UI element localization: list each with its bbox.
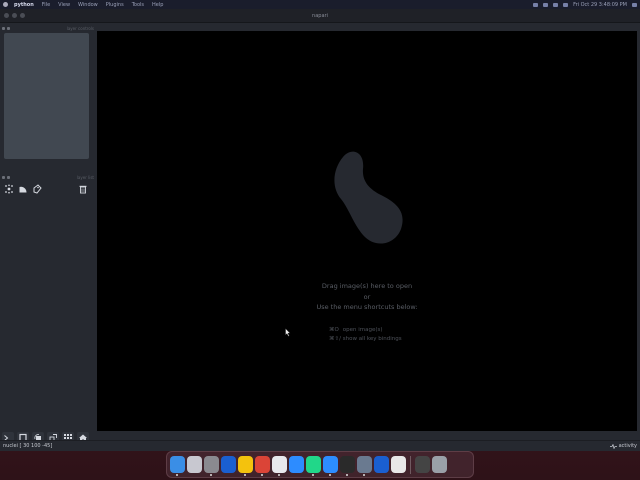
dock-google-drive-icon[interactable]	[238, 456, 253, 476]
welcome-line-1: Drag image(s) here to open	[321, 282, 413, 290]
menu-file[interactable]: File	[42, 2, 50, 8]
dock-slack-icon[interactable]	[272, 456, 287, 476]
apple-icon[interactable]	[3, 2, 8, 7]
dock-close-icon[interactable]	[2, 26, 5, 30]
menu-tools[interactable]: Tools	[132, 2, 144, 8]
shortcut-keybindings: ⌘⇧/ show all key bindings	[329, 336, 402, 342]
battery-icon[interactable]	[553, 2, 559, 7]
layer-list-header: layer list	[2, 174, 94, 180]
menu-window[interactable]: Window	[78, 2, 98, 8]
dock-launchpad-icon[interactable]	[187, 456, 202, 473]
dock-preview-icon[interactable]	[357, 456, 372, 476]
wifi-icon[interactable]	[543, 2, 549, 7]
running-indicator	[312, 474, 314, 476]
new-shapes-icon	[19, 186, 27, 193]
status-message: nuclei [ 30 100 -45]	[3, 443, 53, 449]
dock-float-icon[interactable]	[7, 175, 10, 179]
activity-button[interactable]: activity	[609, 443, 637, 449]
layer-controls-area	[4, 33, 89, 159]
running-indicator	[261, 474, 263, 476]
dock-1password-2-icon[interactable]	[374, 456, 389, 473]
layer-buttons	[3, 183, 95, 195]
dock-pycharm-icon[interactable]	[306, 456, 321, 476]
search-icon[interactable]	[563, 2, 569, 7]
dock-trash-icon[interactable]	[432, 456, 447, 473]
new-labels-button[interactable]	[31, 183, 43, 195]
dock-finder-icon[interactable]	[170, 456, 185, 476]
menu-extras: Fri Oct 29 3:48:09 PM	[533, 2, 637, 8]
delete-icon	[79, 185, 87, 194]
running-indicator	[210, 474, 212, 476]
close-window-button[interactable]	[4, 13, 9, 18]
running-indicator	[278, 474, 280, 476]
shortcut-open-keys: ⌘O	[329, 327, 339, 333]
dock-screenshot-icon[interactable]	[415, 456, 430, 473]
layer-controls-header: layer controls	[2, 25, 94, 31]
running-indicator	[176, 474, 178, 476]
running-indicator	[346, 474, 348, 476]
delete-layer-button[interactable]	[77, 183, 89, 195]
running-indicator	[244, 474, 246, 476]
mouse-cursor-icon	[285, 328, 291, 337]
shortcut-keybindings-keys: ⌘⇧/	[329, 336, 341, 342]
viewer-canvas[interactable]: Drag image(s) here to open or Use the me…	[97, 31, 637, 431]
status-bar: nuclei [ 30 100 -45] activity	[0, 440, 640, 451]
new-shapes-button[interactable]	[17, 183, 29, 195]
dock-system-preferences-icon[interactable]	[204, 456, 219, 476]
welcome-line-2: or	[363, 293, 371, 301]
window-titlebar[interactable]: napari	[0, 9, 640, 23]
control-center-icon[interactable]	[632, 2, 637, 7]
dock-separator	[410, 455, 411, 474]
dock-document-icon[interactable]	[391, 456, 406, 473]
zoom-window-button[interactable]	[20, 13, 25, 18]
dock-zoom-icon[interactable]	[289, 456, 304, 473]
new-points-icon	[5, 184, 13, 194]
dock-terminal-icon[interactable]	[340, 456, 355, 476]
shortcut-open: ⌘O open image(s)	[329, 327, 383, 333]
dock-chrome-icon[interactable]	[255, 456, 270, 476]
status-icon[interactable]	[533, 2, 539, 7]
layer-list-title: layer list	[76, 174, 94, 180]
shortcut-open-label: open image(s)	[342, 327, 383, 333]
activity-icon	[609, 443, 617, 449]
menu-view[interactable]: View	[58, 2, 70, 8]
window-controls	[4, 13, 25, 18]
dock-zoom-2-icon[interactable]	[323, 456, 338, 476]
minimize-window-button[interactable]	[12, 13, 17, 18]
menu-bar: python File View Window Plugins Tools He…	[0, 0, 640, 9]
new-labels-icon	[33, 184, 42, 194]
menu-help[interactable]: Help	[152, 2, 163, 8]
shortcut-keybindings-label: show all key bindings	[342, 336, 402, 342]
menu-plugins[interactable]: Plugins	[106, 2, 124, 8]
running-indicator	[363, 474, 365, 476]
menu-clock[interactable]: Fri Oct 29 3:48:09 PM	[573, 2, 627, 8]
activity-label: activity	[618, 443, 637, 449]
napari-window: napari layer controls layer list Drag im…	[0, 9, 640, 451]
window-title: napari	[312, 12, 328, 19]
napari-logo-icon	[334, 151, 403, 244]
layer-list[interactable]	[4, 199, 89, 419]
macos-dock	[166, 451, 474, 478]
menu-app-name[interactable]: python	[14, 2, 34, 8]
left-dock-panel: layer controls layer list	[0, 23, 97, 444]
welcome-line-3: Use the menu shortcuts below:	[316, 303, 418, 311]
desktop: python File View Window Plugins Tools He…	[0, 0, 640, 480]
running-indicator	[329, 474, 331, 476]
dock-float-icon[interactable]	[7, 26, 10, 30]
new-points-button[interactable]	[3, 183, 15, 195]
layer-controls-title: layer controls	[66, 25, 94, 31]
dock-1password-icon[interactable]	[221, 456, 236, 473]
dock-close-icon[interactable]	[2, 175, 5, 179]
